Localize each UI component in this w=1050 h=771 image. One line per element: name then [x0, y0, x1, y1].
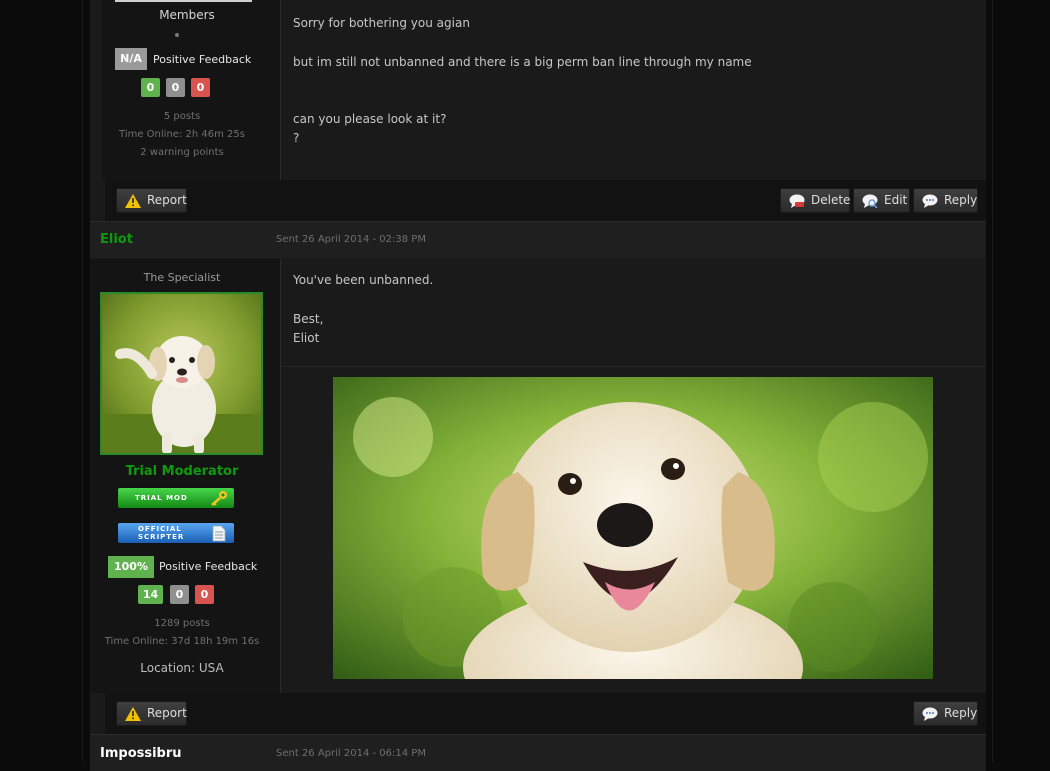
warning-icon [125, 194, 141, 208]
post-1-warning-points[interactable]: 2 warning points [87, 147, 277, 158]
post-2-action-bar: Report Reply [105, 693, 986, 734]
post-1-divider [280, 0, 281, 180]
speech-bubble-delete-icon [789, 194, 805, 208]
official-scripter-rank-badge: OFFICIAL SCRIPTER [117, 522, 235, 544]
warning-icon [125, 707, 141, 721]
reply-button-label: Reply [944, 193, 978, 207]
post-2-author[interactable]: Eliot [100, 232, 133, 247]
post-2-post-count: 1289 posts [154, 618, 210, 629]
reply-button[interactable]: Reply [913, 188, 978, 213]
post-1-member-group: Members [159, 8, 215, 22]
post-1-feedback-negative[interactable]: 0 [191, 78, 210, 97]
post-3-header: Impossibru Sent 26 April 2014 - 06:14 PM [90, 734, 986, 771]
post-2-text-line: Best, [293, 312, 324, 326]
post-3-author[interactable]: Impossibru [100, 746, 182, 761]
official-scripter-badge-line2: SCRIPTER [138, 533, 185, 541]
post-2-user-title: The Specialist [143, 271, 221, 284]
post-1-avatar-bottom-edge [115, 0, 252, 2]
speech-bubble-reply-icon [922, 707, 938, 721]
post-2-signature-image [333, 377, 933, 679]
post-1-time-online: Time Online: 2h 46m 25s [119, 129, 245, 140]
post-2-text-line: Eliot [293, 331, 320, 345]
post-1-feedback-percent: N/A [115, 48, 147, 70]
trial-mod-rank-badge: TRIAL MOD [117, 487, 235, 509]
report-button[interactable]: Report [116, 701, 187, 726]
trial-mod-badge-text: TRIAL MOD [135, 494, 188, 502]
post-1-action-bar: Report Delete Edit Reply [105, 180, 986, 221]
post-1-text-line: ? [293, 131, 300, 145]
post-1-feedback-positive[interactable]: 0 [141, 78, 160, 97]
post-3-date: Sent 26 April 2014 - 06:14 PM [276, 748, 426, 759]
puppy-signature-image [333, 377, 933, 679]
post-2-feedback-negative[interactable]: 0 [195, 585, 214, 604]
post-2-header: Eliot Sent 26 April 2014 - 02:38 PM [90, 221, 986, 258]
puppy-avatar-image [102, 294, 261, 453]
post-1-text-line: Sorry for bothering you agian [293, 16, 470, 30]
post-2-member-group: Trial Moderator [125, 464, 239, 479]
official-scripter-badge-line1: OFFICIAL [138, 525, 182, 533]
post-2-signature-divider [281, 366, 986, 367]
post-1-feedback-neutral[interactable]: 0 [166, 78, 185, 97]
post-2-time-online: Time Online: 37d 18h 19m 16s [104, 636, 260, 647]
post-2-date: Sent 26 April 2014 - 02:38 PM [276, 234, 426, 245]
report-button-label: Report [147, 193, 187, 207]
delete-button[interactable]: Delete [780, 188, 850, 213]
post-1-rank-pip [175, 33, 179, 37]
reply-button-label: Reply [944, 706, 978, 720]
report-button-label: Report [147, 706, 187, 720]
page-border-right [992, 0, 993, 762]
report-button[interactable]: Report [116, 188, 187, 213]
post-2-location: Location: USA [140, 661, 224, 675]
topic-posts: Members N/A Positive Feedback 0 0 0 5 po… [87, 0, 986, 771]
page-border-left [82, 0, 83, 762]
post-2-feedback-neutral[interactable]: 0 [170, 585, 189, 604]
delete-button-label: Delete [811, 193, 851, 207]
speech-bubble-edit-icon [862, 194, 878, 208]
post-2-feedback-positive[interactable]: 14 [138, 585, 163, 604]
post-2-text-line: You've been unbanned. [293, 273, 434, 287]
post-2-feedback-label[interactable]: Positive Feedback [159, 560, 257, 573]
post-2-avatar[interactable] [100, 292, 263, 455]
post-2-divider [280, 259, 281, 693]
edit-button-label: Edit [884, 193, 908, 207]
post-1-feedback-label[interactable]: Positive Feedback [153, 53, 251, 66]
key-icon [211, 491, 227, 506]
post-1-post-count: 5 posts [163, 111, 201, 122]
speech-bubble-reply-icon [922, 194, 938, 208]
document-icon [212, 525, 226, 542]
post-1-text-line: but im still not unbanned and there is a… [293, 55, 752, 69]
post-1-text-line: can you please look at it? [293, 112, 447, 126]
edit-button[interactable]: Edit [853, 188, 910, 213]
reply-button[interactable]: Reply [913, 701, 978, 726]
post-2-feedback-percent: 100% [108, 556, 154, 578]
